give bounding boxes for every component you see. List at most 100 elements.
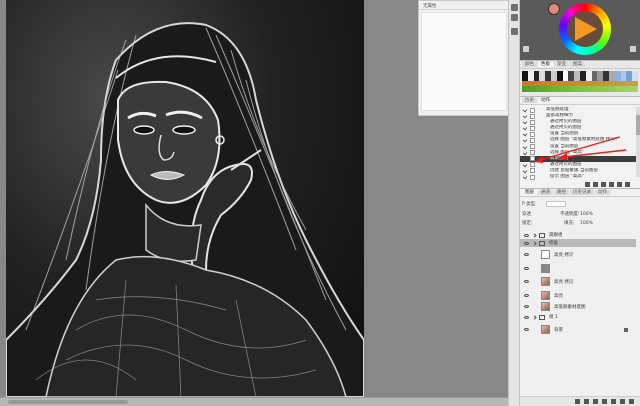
tab-paths[interactable]: 路径 — [554, 190, 569, 195]
layer-row[interactable]: 背景 — [520, 323, 636, 336]
check-icon[interactable] — [522, 168, 528, 174]
layer-thumbnail[interactable] — [541, 277, 550, 286]
layer-name[interactable]: 修复 — [549, 240, 558, 246]
check-icon[interactable] — [522, 107, 528, 113]
document-canvas[interactable] — [6, 0, 364, 397]
foreground-color-swatch[interactable] — [548, 3, 560, 15]
layer-thumbnail[interactable] — [541, 291, 550, 300]
dialog-toggle-icon[interactable] — [530, 137, 535, 143]
settings-icon[interactable] — [523, 46, 529, 52]
layer-group[interactable]: 修复 — [520, 239, 636, 247]
dialog-toggle-icon[interactable] — [530, 174, 535, 180]
fill-input[interactable]: 100% — [580, 220, 593, 227]
layer-name[interactable]: 观察组 — [549, 232, 563, 238]
layer-kind-filter[interactable]: P 类型 — [522, 201, 535, 208]
layer-thumbnail[interactable] — [541, 302, 550, 311]
opacity-input[interactable]: 100% — [580, 211, 593, 218]
layer-row[interactable] — [520, 262, 636, 275]
visibility-eye-icon[interactable] — [524, 267, 529, 270]
mask-icon[interactable] — [593, 399, 598, 404]
swatch-green-strip[interactable] — [522, 86, 638, 92]
history-scrollbar[interactable] — [636, 107, 640, 177]
check-icon[interactable] — [522, 138, 528, 143]
check-icon[interactable] — [522, 150, 528, 155]
dialog-toggle-icon[interactable] — [530, 144, 535, 150]
layer-name[interactable]: 高亮 拷贝 — [554, 279, 573, 285]
horizontal-scrollbar[interactable] — [0, 397, 508, 406]
dialog-toggle-icon[interactable] — [530, 156, 535, 162]
check-icon[interactable] — [522, 174, 528, 180]
chevron-right-icon[interactable] — [532, 240, 537, 246]
visibility-eye-icon[interactable] — [524, 328, 529, 331]
swatch-grid[interactable] — [522, 71, 638, 81]
layer-group[interactable]: 组 1 — [520, 313, 636, 321]
tab-actions-2[interactable]: 动作 — [595, 190, 610, 195]
layer-group[interactable]: 观察组 — [520, 231, 636, 239]
dialog-toggle-icon[interactable] — [530, 119, 535, 125]
history-icon[interactable] — [511, 4, 518, 11]
new-set-icon[interactable] — [609, 182, 614, 187]
layer-row[interactable]: 高亮 拷贝 — [520, 275, 636, 288]
layer-kind-dropdown[interactable] — [546, 201, 566, 207]
delete-icon[interactable] — [625, 182, 630, 187]
tab-actions[interactable]: 动作 — [538, 98, 553, 103]
dialog-toggle-icon[interactable] — [530, 162, 535, 168]
layer-name[interactable]: 高亮 — [554, 293, 563, 299]
layer-name[interactable]: 背景 — [554, 327, 563, 333]
check-icon[interactable] — [522, 144, 528, 149]
check-icon[interactable] — [522, 132, 528, 137]
chevron-right-icon[interactable] — [532, 232, 537, 238]
menu-icon[interactable] — [630, 46, 636, 52]
new-action-icon[interactable] — [617, 182, 622, 187]
dialog-toggle-icon[interactable] — [530, 125, 535, 131]
layer-name[interactable]: 高亮 拷贝 — [554, 252, 573, 258]
stop-icon[interactable] — [585, 182, 590, 187]
layer-thumbnail[interactable] — [541, 325, 550, 334]
trash-icon[interactable] — [629, 399, 634, 404]
new-group-icon[interactable] — [611, 399, 616, 404]
layer-row[interactable]: 高亮 拷贝 — [520, 248, 636, 261]
tab-gradients[interactable]: 渐变 — [554, 62, 569, 67]
tab-history-records[interactable]: 历史记录 — [570, 190, 594, 195]
blend-mode-select[interactable]: 穿透 — [522, 211, 531, 218]
dialog-toggle-icon[interactable] — [530, 150, 535, 156]
check-icon[interactable] — [522, 162, 528, 168]
visibility-eye-icon[interactable] — [524, 305, 529, 308]
color-triangle-selector[interactable] — [575, 17, 597, 41]
layer-thumbnail[interactable] — [541, 264, 550, 273]
dialog-toggle-icon[interactable] — [530, 107, 535, 113]
check-icon[interactable] — [522, 126, 528, 131]
dialog-toggle-icon[interactable] — [530, 113, 535, 119]
visibility-eye-icon[interactable] — [524, 280, 529, 283]
history-item[interactable]: 提示 图层 "高高" — [520, 174, 636, 180]
chevron-right-icon[interactable] — [532, 314, 537, 320]
layer-thumbnail[interactable] — [541, 250, 550, 259]
tab-swatches[interactable]: 色板 — [538, 62, 553, 67]
layer-name[interactable]: 高低频素材底图 — [554, 304, 586, 310]
check-icon[interactable] — [522, 113, 528, 119]
visibility-eye-icon[interactable] — [524, 241, 529, 245]
new-layer-icon[interactable] — [620, 399, 625, 404]
dialog-toggle-icon[interactable] — [530, 168, 535, 174]
layer-name[interactable]: 组 1 — [549, 314, 558, 320]
play-icon[interactable] — [601, 182, 606, 187]
visibility-eye-icon[interactable] — [524, 294, 529, 297]
scrollbar-thumb[interactable] — [8, 400, 128, 404]
brush-icon[interactable] — [511, 28, 518, 35]
link-layers-icon[interactable] — [575, 399, 580, 404]
tab-layers[interactable]: 图层 — [522, 190, 537, 195]
tab-channels[interactable]: 通道 — [538, 190, 553, 195]
tab-patterns[interactable]: 图案 — [570, 62, 585, 67]
adjustment-icon[interactable] — [602, 399, 607, 404]
visibility-eye-icon[interactable] — [524, 233, 529, 237]
record-icon[interactable] — [593, 182, 598, 187]
check-icon[interactable] — [522, 156, 528, 162]
visibility-eye-icon[interactable] — [524, 315, 529, 319]
fx-icon[interactable] — [584, 399, 589, 404]
dialog-toggle-icon[interactable] — [530, 131, 535, 137]
check-icon[interactable] — [522, 119, 528, 125]
history-scroll-thumb[interactable] — [636, 115, 640, 135]
visibility-eye-icon[interactable] — [524, 253, 529, 256]
layer-row[interactable]: 高低频素材底图 — [520, 300, 636, 313]
tab-history[interactable]: 历史 — [522, 98, 537, 103]
